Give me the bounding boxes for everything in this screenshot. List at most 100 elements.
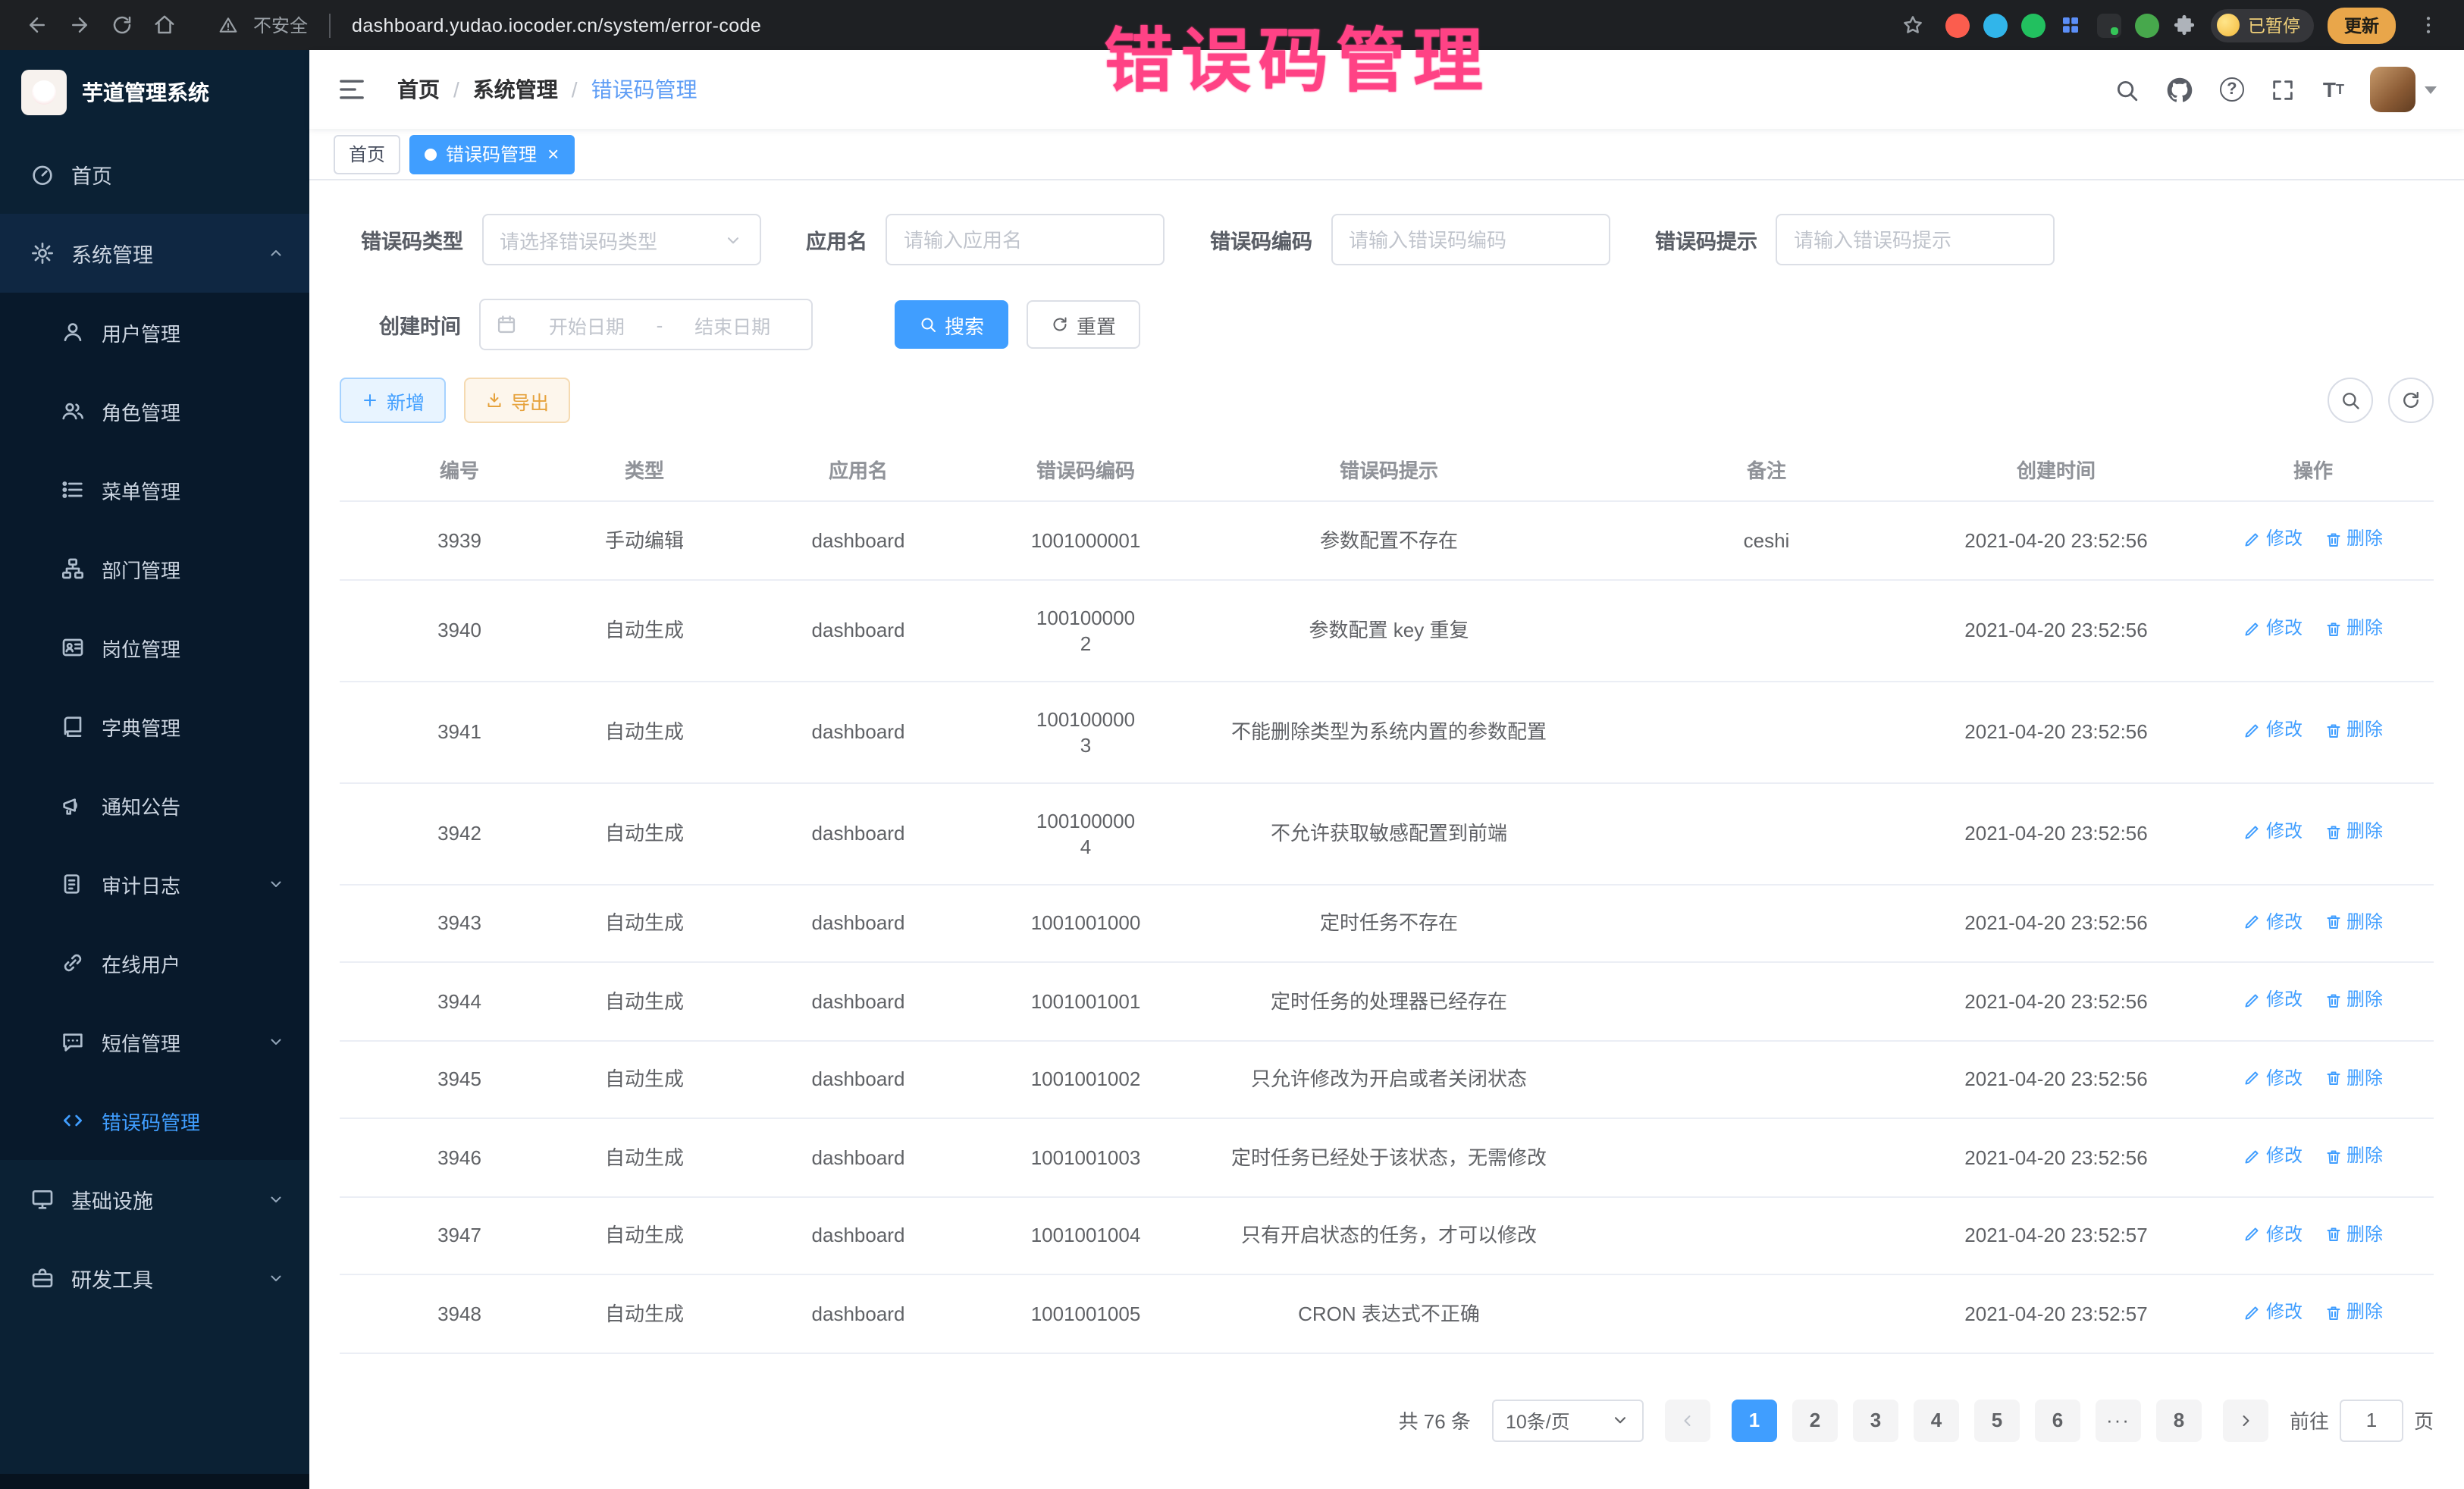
github-icon[interactable] bbox=[2167, 76, 2194, 103]
help-icon[interactable] bbox=[2220, 77, 2244, 102]
edit-link[interactable]: 修改 bbox=[2243, 909, 2303, 935]
error-code-input[interactable] bbox=[1331, 214, 1610, 265]
page-button-6[interactable]: 6 bbox=[2035, 1399, 2080, 1441]
prev-page-button[interactable] bbox=[1665, 1399, 1710, 1441]
delete-link[interactable]: 删除 bbox=[2324, 987, 2383, 1013]
extension-icon[interactable] bbox=[2058, 13, 2083, 37]
add-button[interactable]: 新增 bbox=[340, 378, 446, 423]
page-button-2[interactable]: 2 bbox=[1792, 1399, 1838, 1441]
page-button-4[interactable]: 4 bbox=[1914, 1399, 1959, 1441]
refresh-table-button[interactable] bbox=[2388, 378, 2434, 423]
sidebar-item-audit-log[interactable]: 审计日志 bbox=[0, 845, 309, 923]
edit-link[interactable]: 修改 bbox=[2243, 1299, 2303, 1325]
delete-link[interactable]: 删除 bbox=[2324, 526, 2383, 552]
sidebar-item-sms-management[interactable]: 短信管理 bbox=[0, 1002, 309, 1081]
error-code-type-select[interactable]: 请选择错误码类型 bbox=[481, 214, 760, 265]
site-security-indicator[interactable]: 不安全 bbox=[209, 7, 308, 43]
page-button-8[interactable]: 8 bbox=[2156, 1399, 2202, 1441]
sidebar-toggle-icon[interactable] bbox=[337, 74, 367, 105]
bookmark-star-icon[interactable] bbox=[1895, 7, 1931, 43]
edit-link[interactable]: 修改 bbox=[2243, 616, 2303, 642]
url-text[interactable]: dashboard.yudao.iocoder.cn/system/error-… bbox=[352, 14, 761, 36]
page-size-select[interactable]: 10条/页 bbox=[1492, 1399, 1644, 1441]
extension-icon[interactable] bbox=[2020, 13, 2045, 37]
edit-link[interactable]: 修改 bbox=[2243, 987, 2303, 1013]
goto-page-input[interactable] bbox=[2340, 1399, 2403, 1441]
app-name-input[interactable] bbox=[886, 214, 1165, 265]
user-menu[interactable] bbox=[2370, 67, 2437, 112]
delete-link[interactable]: 删除 bbox=[2324, 616, 2383, 642]
edit-link[interactable]: 修改 bbox=[2243, 526, 2303, 552]
sidebar-item-user-management[interactable]: 用户管理 bbox=[0, 293, 309, 371]
sidebar-item-menu-management[interactable]: 菜单管理 bbox=[0, 450, 309, 529]
cell-app: dashboard bbox=[710, 1118, 1007, 1196]
edit-link[interactable]: 修改 bbox=[2243, 1221, 2303, 1247]
search-icon[interactable] bbox=[2114, 76, 2141, 103]
tab-home[interactable]: 首页 bbox=[334, 134, 400, 174]
sidebar-item-error-code-management[interactable]: 错误码管理 bbox=[0, 1081, 309, 1160]
create-time-range-picker[interactable]: 开始日期 - 结束日期 bbox=[479, 299, 813, 350]
delete-link[interactable]: 删除 bbox=[2324, 718, 2383, 744]
delete-link[interactable]: 删除 bbox=[2324, 820, 2383, 845]
browser-home-icon[interactable] bbox=[146, 7, 182, 43]
font-size-icon[interactable] bbox=[2323, 79, 2344, 100]
next-page-button[interactable] bbox=[2223, 1399, 2268, 1441]
app-frame: 芋道管理系统 首页系统管理用户管理角色管理菜单管理部门管理岗位管理字典管理通知公… bbox=[0, 50, 2464, 1489]
breadcrumb-item[interactable]: 首页 bbox=[397, 74, 440, 105]
search-button[interactable]: 搜索 bbox=[895, 300, 1008, 349]
toggle-search-button[interactable] bbox=[2328, 378, 2373, 423]
sidebar-item-dept-management[interactable]: 部门管理 bbox=[0, 529, 309, 608]
logo-row[interactable]: 芋道管理系统 bbox=[0, 50, 309, 135]
close-icon[interactable] bbox=[547, 144, 559, 164]
edit-link[interactable]: 修改 bbox=[2243, 1065, 2303, 1091]
delete-link[interactable]: 删除 bbox=[2324, 1143, 2383, 1169]
cell-id: 3948 bbox=[340, 1274, 579, 1353]
delete-link[interactable]: 删除 bbox=[2324, 1299, 2383, 1325]
extension-icon[interactable] bbox=[1983, 13, 2007, 37]
edit-link[interactable]: 修改 bbox=[2243, 718, 2303, 744]
extension-icon[interactable] bbox=[2134, 13, 2158, 37]
sidebar-item-dict-management[interactable]: 字典管理 bbox=[0, 687, 309, 766]
sidebar-item-system-management[interactable]: 系统管理 bbox=[0, 214, 309, 293]
delete-link[interactable]: 删除 bbox=[2324, 909, 2383, 935]
sidebar-item-home[interactable]: 首页 bbox=[0, 135, 309, 214]
edit-link[interactable]: 修改 bbox=[2243, 1143, 2303, 1169]
page-size-value: 10条/页 bbox=[1506, 1406, 1570, 1434]
extension-icon[interactable] bbox=[2096, 13, 2121, 37]
page-button-5[interactable]: 5 bbox=[1974, 1399, 2020, 1441]
page-button-3[interactable]: 3 bbox=[1853, 1399, 1898, 1441]
cell-message: 定时任务已经处于该状态，无需修改 bbox=[1165, 1118, 1613, 1196]
browser-forward-icon[interactable] bbox=[61, 7, 97, 43]
sidebar-item-online-users[interactable]: 在线用户 bbox=[0, 923, 309, 1002]
tags-view-bar: 首页错误码管理 bbox=[309, 129, 2464, 180]
extensions-puzzle-icon[interactable] bbox=[2172, 13, 2196, 37]
reset-button[interactable]: 重置 bbox=[1027, 300, 1140, 349]
sidebar-item-dev-tools[interactable]: 研发工具 bbox=[0, 1239, 309, 1318]
filter-item-error-code: 错误码编码 bbox=[1210, 214, 1610, 265]
extension-icon[interactable] bbox=[1945, 13, 1969, 37]
browser-back-icon[interactable] bbox=[18, 7, 55, 43]
export-button[interactable]: 导出 bbox=[464, 378, 570, 423]
sidebar-item-post-management[interactable]: 岗位管理 bbox=[0, 608, 309, 687]
delete-link[interactable]: 删除 bbox=[2324, 1065, 2383, 1091]
chevron-down-icon bbox=[267, 1269, 285, 1287]
page-button-1[interactable]: 1 bbox=[1732, 1399, 1777, 1441]
browser-menu-icon[interactable] bbox=[2409, 7, 2446, 43]
cell-actions: 修改删除 bbox=[2193, 1274, 2434, 1353]
pager-more-button[interactable]: ··· bbox=[2096, 1399, 2141, 1441]
browser-reload-icon[interactable] bbox=[103, 7, 140, 43]
download-icon bbox=[485, 391, 503, 409]
sidebar-item-notice-announcement[interactable]: 通知公告 bbox=[0, 766, 309, 845]
fullscreen-icon[interactable] bbox=[2270, 76, 2297, 103]
error-hint-input[interactable] bbox=[1776, 214, 2055, 265]
tab-error-code[interactable]: 错误码管理 bbox=[409, 134, 574, 174]
table-row: 3947自动生成dashboard1001001004只有开启状态的任务，才可以… bbox=[340, 1196, 2434, 1274]
breadcrumb-item[interactable]: 系统管理 bbox=[473, 74, 558, 105]
sidebar-item-role-management[interactable]: 角色管理 bbox=[0, 371, 309, 450]
browser-update-button[interactable]: 更新 bbox=[2328, 7, 2396, 43]
sidebar-item-infrastructure[interactable]: 基础设施 bbox=[0, 1160, 309, 1239]
profile-paused-badge[interactable]: 已暂停 bbox=[2210, 8, 2314, 42]
edit-link[interactable]: 修改 bbox=[2243, 820, 2303, 845]
cell-created: 2021-04-20 23:52:56 bbox=[1920, 884, 2193, 962]
delete-link[interactable]: 删除 bbox=[2324, 1221, 2383, 1247]
